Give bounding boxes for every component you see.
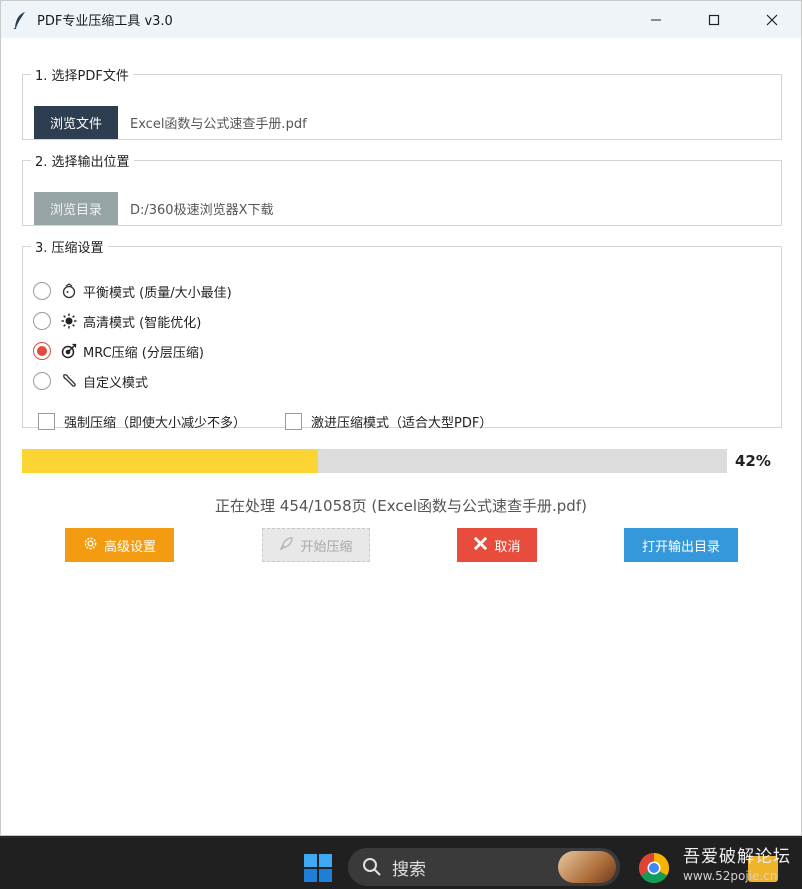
search-highlight-image <box>558 851 616 883</box>
search-label: 搜索 <box>392 859 426 880</box>
mode-balanced-label: 平衡模式 (质量/大小最佳) <box>83 285 232 301</box>
feather-icon <box>13 11 29 29</box>
x-icon <box>473 536 488 555</box>
browse-file-button[interactable]: 浏览文件 <box>34 106 118 139</box>
window-controls <box>627 1 801 38</box>
mode-custom-radio[interactable] <box>33 372 51 390</box>
progress-bar <box>22 449 727 473</box>
aggressive-compress-option[interactable]: 激进压缩模式（适合大型PDF） <box>285 411 492 431</box>
rocket-icon <box>279 536 294 555</box>
close-icon[interactable] <box>743 1 801 38</box>
compression-settings-legend: 3. 压缩设置 <box>35 241 104 256</box>
output-location-legend: 2. 选择输出位置 <box>35 155 130 170</box>
gear-icon <box>83 536 98 555</box>
watermark-url: www.52pojie.cn <box>683 869 778 883</box>
cancel-label: 取消 <box>494 539 521 555</box>
search-icon <box>362 857 382 877</box>
mode-balanced-option[interactable]: 平衡模式 (质量/大小最佳) <box>33 281 232 301</box>
compression-settings-group: 3. 压缩设置 平衡模式 (质量/大小最佳) 高清模式 (智能优化) MRC压缩… <box>22 237 782 431</box>
output-path: D:/360极速浏览器X下载 <box>130 203 274 218</box>
select-file-legend: 1. 选择PDF文件 <box>35 69 129 84</box>
watermark-title: 吾爱破解论坛 <box>683 847 791 867</box>
mode-hd-label: 高清模式 (智能优化) <box>83 315 202 331</box>
window-title: PDF专业压缩工具 v3.0 <box>37 14 173 29</box>
status-text: 正在处理 454/1058页 (Excel函数与公式速查手册.pdf) <box>215 497 587 515</box>
force-compress-checkbox[interactable] <box>38 412 55 430</box>
start-compress-button[interactable]: 开始压缩 <box>262 528 370 562</box>
mode-hd-option[interactable]: 高清模式 (智能优化) <box>33 311 201 331</box>
mode-custom-label: 自定义模式 <box>83 375 149 391</box>
force-compress-label: 强制压缩（即使大小减少不多） <box>64 415 247 431</box>
title-bar[interactable]: PDF专业压缩工具 v3.0 <box>1 1 801 38</box>
balance-icon <box>61 283 77 299</box>
progress-bar-fill <box>22 449 319 473</box>
mode-mrc-radio[interactable] <box>33 342 51 360</box>
aggressive-compress-label: 激进压缩模式（适合大型PDF） <box>311 415 493 431</box>
open-output-dir-label: 打开输出目录 <box>641 539 720 555</box>
maximize-icon[interactable] <box>685 1 743 38</box>
advanced-settings-button[interactable]: 高级设置 <box>65 528 174 562</box>
mode-custom-option[interactable]: 自定义模式 <box>33 371 148 391</box>
selected-file-name: Excel函数与公式速查手册.pdf <box>130 117 307 132</box>
windows-start-icon[interactable] <box>302 852 334 884</box>
aggressive-compress-checkbox[interactable] <box>285 412 302 430</box>
start-compress-label: 开始压缩 <box>300 539 353 555</box>
forum-watermark: 吾爱破解论坛 www.52pojie.cn <box>683 842 791 883</box>
target-icon <box>61 343 77 359</box>
minimize-icon[interactable] <box>627 1 685 38</box>
sun-icon <box>61 313 77 329</box>
mode-balanced-radio[interactable] <box>33 282 51 300</box>
advanced-settings-label: 高级设置 <box>103 539 156 555</box>
taskbar-search[interactable]: 搜索 <box>348 848 620 886</box>
chrome-icon[interactable] <box>638 852 670 884</box>
mode-mrc-option[interactable]: MRC压缩 (分层压缩) <box>33 341 204 361</box>
wrench-icon <box>61 373 77 389</box>
open-output-dir-button[interactable]: 打开输出目录 <box>624 528 738 562</box>
mode-mrc-label: MRC压缩 (分层压缩) <box>83 345 204 361</box>
output-location-group: 2. 选择输出位置 浏览目录 D:/360极速浏览器X下载 <box>22 151 782 226</box>
mode-hd-radio[interactable] <box>33 312 51 330</box>
progress-percent: 42% <box>735 452 771 470</box>
app-window: PDF专业压缩工具 v3.0 1. 选择PDF文件 浏览文件 Excel函数与公… <box>0 0 802 836</box>
select-file-group: 1. 选择PDF文件 浏览文件 Excel函数与公式速查手册.pdf <box>22 65 782 140</box>
force-compress-option[interactable]: 强制压缩（即使大小减少不多） <box>38 411 246 431</box>
cancel-button[interactable]: 取消 <box>457 528 537 562</box>
taskbar: 搜索 <box>0 837 802 889</box>
browse-directory-button[interactable]: 浏览目录 <box>34 192 118 225</box>
